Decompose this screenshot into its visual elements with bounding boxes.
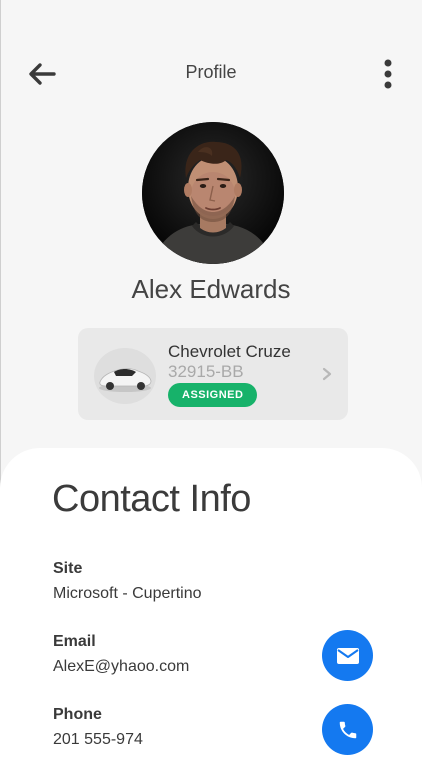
email-label: Email xyxy=(53,633,96,650)
contact-sheet: Contact Info Site Microsoft - Cupertino … xyxy=(0,448,422,768)
phone-icon xyxy=(339,721,356,738)
site-value: Microsoft - Cupertino xyxy=(53,585,202,602)
more-options-button[interactable] xyxy=(370,56,406,92)
chevron-right-icon xyxy=(322,367,332,381)
site-label: Site xyxy=(53,560,83,577)
phone-label: Phone xyxy=(53,706,102,723)
page-title: Profile xyxy=(185,62,237,82)
phone-button[interactable] xyxy=(322,704,373,755)
contact-title: Contact Info xyxy=(52,478,251,520)
car-icon xyxy=(94,348,156,404)
header: Profile xyxy=(0,0,422,120)
email-value: AlexE@yhaoo.com xyxy=(53,658,190,675)
vehicle-plate: 32915-BB xyxy=(168,362,244,381)
status-badge: ASSIGNED xyxy=(168,383,258,407)
mail-icon xyxy=(336,647,359,664)
email-button[interactable] xyxy=(322,630,373,681)
more-vertical-icon xyxy=(384,59,392,89)
avatar xyxy=(142,122,284,264)
profile-name: Alex Edwards xyxy=(131,274,291,304)
vehicle-card[interactable]: Chevrolet Cruze 32915-BB ASSIGNED xyxy=(78,328,348,420)
phone-value: 201 555-974 xyxy=(53,731,143,748)
vehicle-name: Chevrolet Cruze xyxy=(168,342,291,361)
